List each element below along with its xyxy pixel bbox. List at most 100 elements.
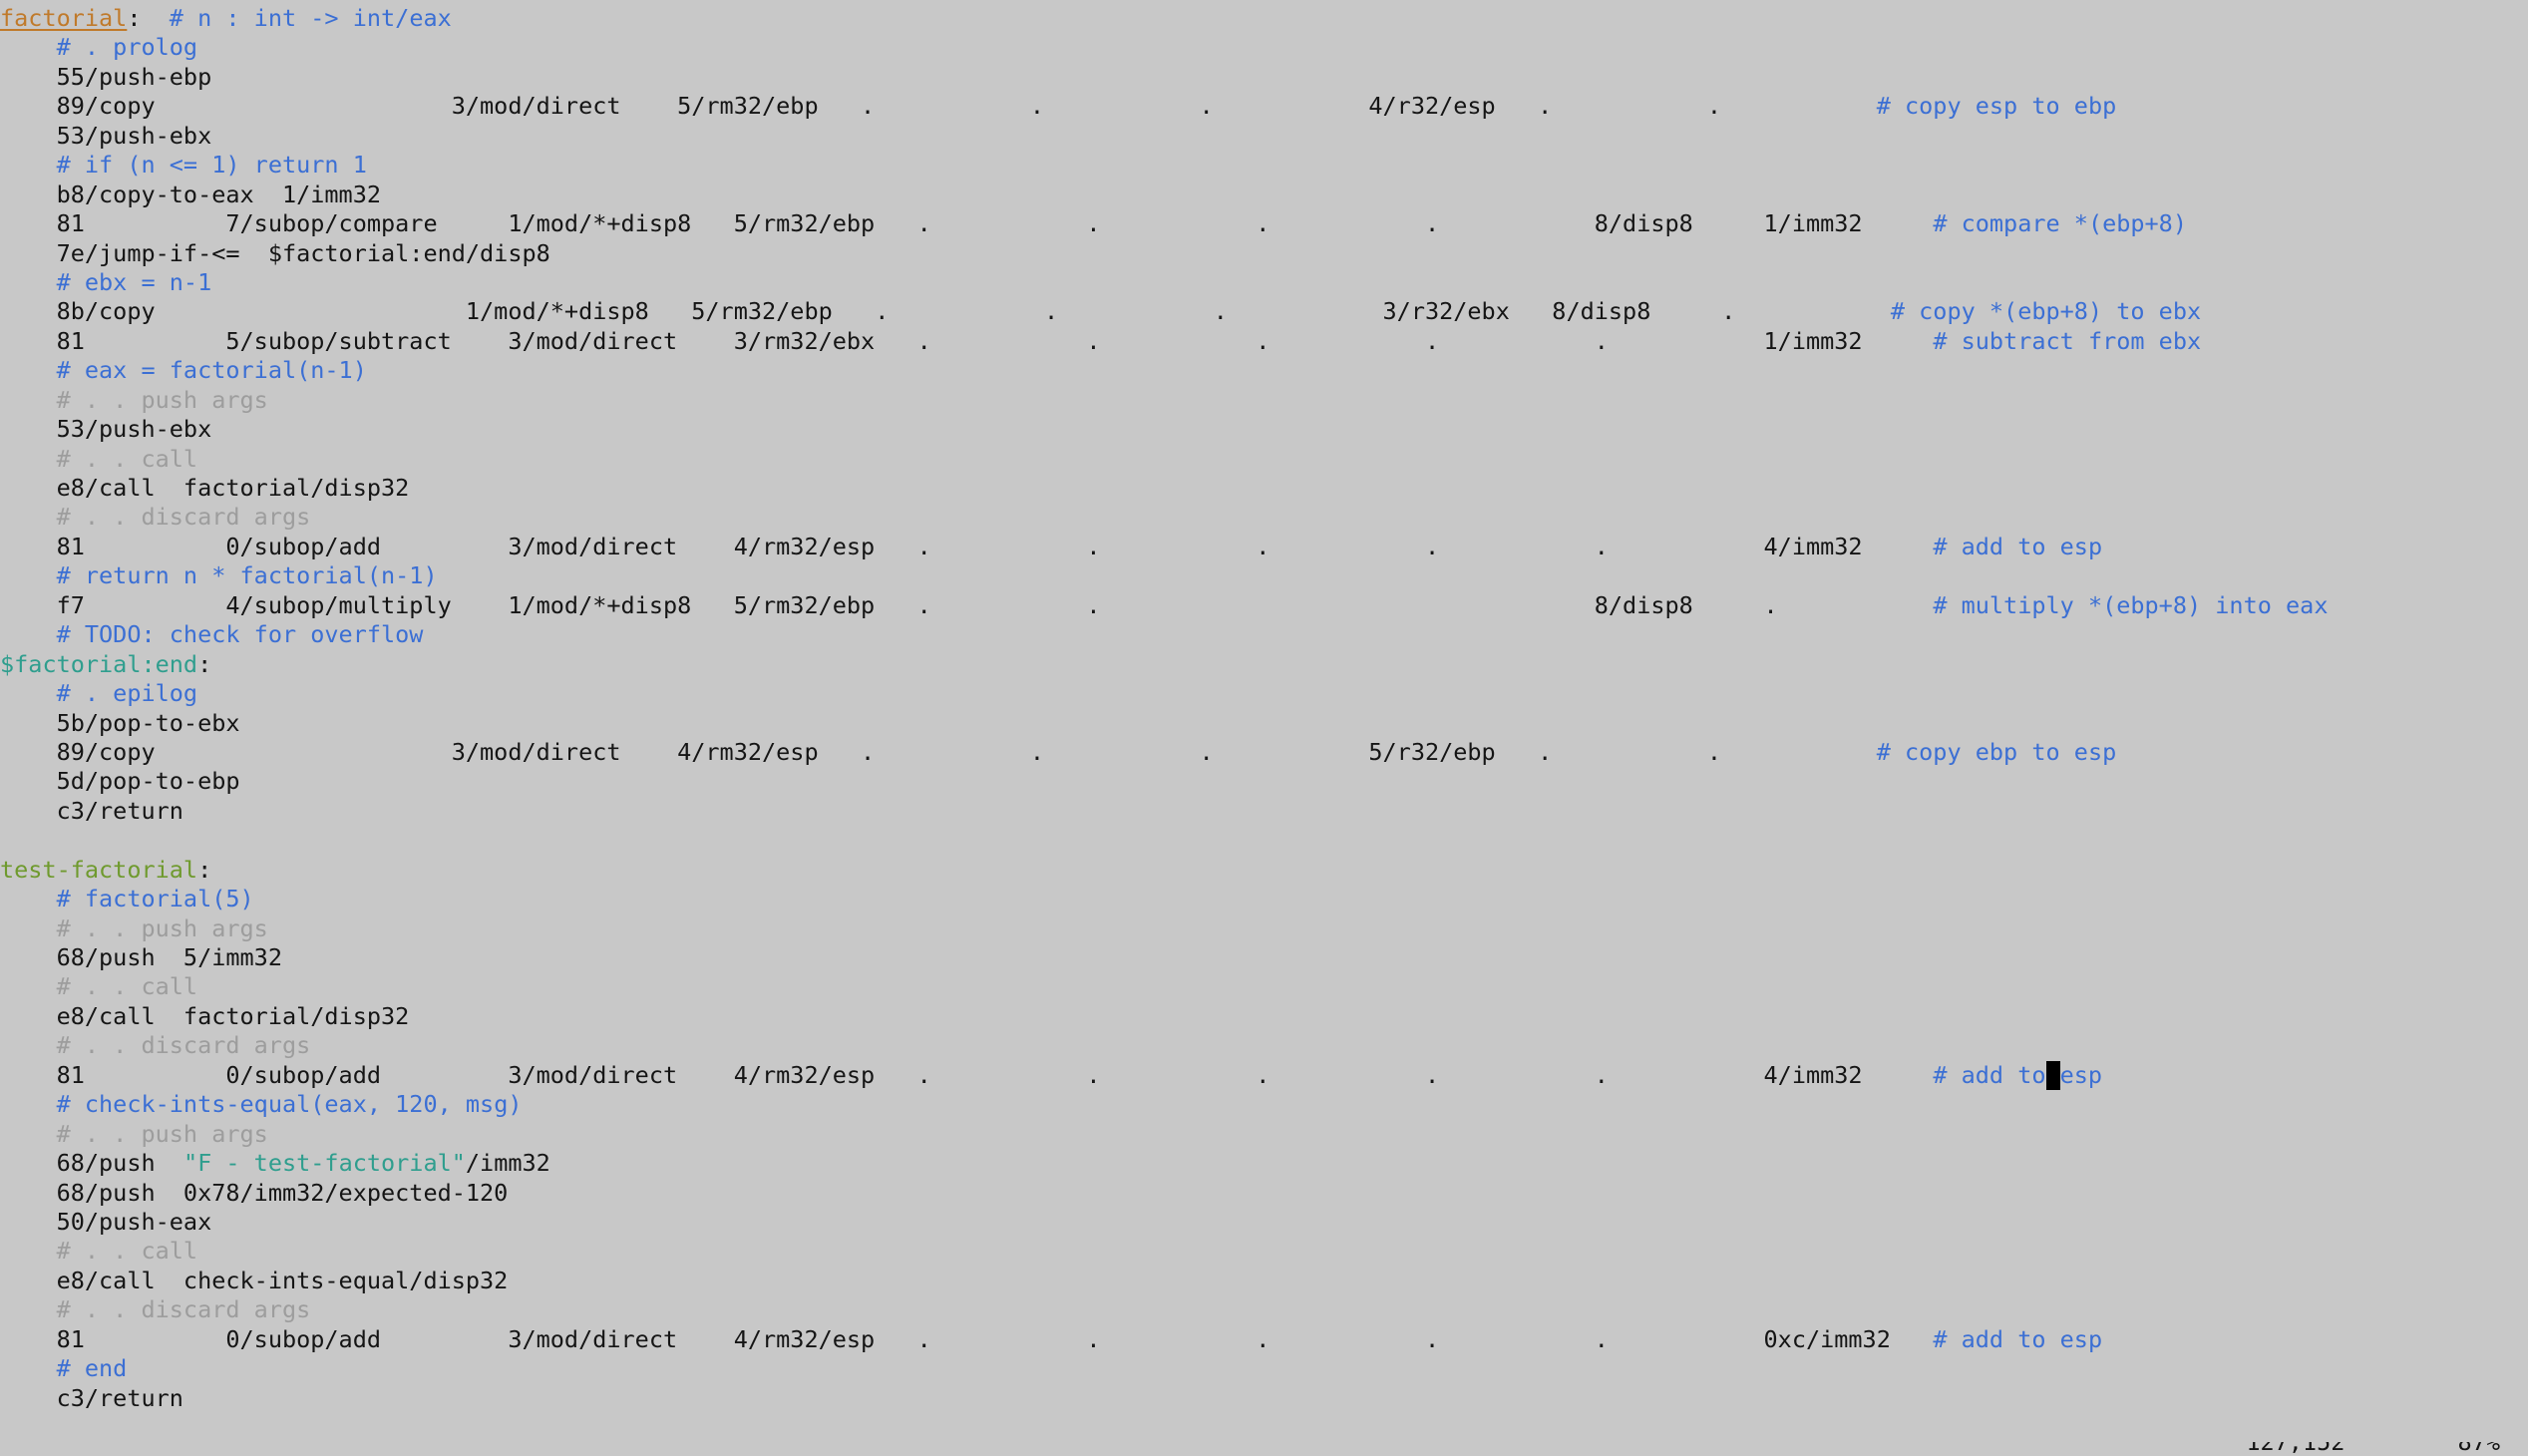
code-line[interactable]: # factorial(5) (0, 885, 2528, 913)
code-line[interactable]: f7 4/subop/multiply 1/mod/*+disp8 5/rm32… (0, 591, 2528, 620)
code-token-code (0, 151, 57, 179)
code-line[interactable]: # . . push args (0, 914, 2528, 943)
code-token-comment: # factorial(5) (56, 885, 254, 913)
code-line[interactable]: 81 5/subop/subtract 3/mod/direct 3/rm32/… (0, 327, 2528, 356)
code-token-code: 50/push-eax (0, 1207, 212, 1236)
code-token-code (0, 1120, 57, 1148)
code-token-code: 8b/copy 1/mod/*+disp8 5/rm32/ebp . . . 3… (0, 297, 1891, 326)
code-line[interactable]: 5d/pop-to-ebp (0, 767, 2528, 796)
code-line[interactable]: 81 7/subop/compare 1/mod/*+disp8 5/rm32/… (0, 209, 2528, 238)
code-line[interactable]: # TODO: check for overflow (0, 620, 2528, 649)
code-token-comment: # compare *(ebp+8) (1933, 209, 2187, 238)
code-line[interactable]: # . . push args (0, 386, 2528, 415)
code-line[interactable]: # return n * factorial(n-1) (0, 561, 2528, 590)
code-token-comment: # n : int -> int/eax (169, 4, 452, 32)
code-token-dim: # . . push args (56, 913, 268, 942)
code-line[interactable]: $factorial:end: (0, 650, 2528, 679)
code-line[interactable]: 8b/copy 1/mod/*+disp8 5/rm32/ebp . . . 3… (0, 297, 2528, 326)
code-line[interactable]: 55/push-ebp (0, 63, 2528, 92)
code-token-comment: # . prolog (56, 33, 198, 62)
code-token-code (0, 620, 57, 648)
code-line[interactable]: c3/return (0, 1384, 2528, 1413)
code-line[interactable]: 7e/jump-if-<= $factorial:end/disp8 (0, 239, 2528, 268)
code-line[interactable]: 53/push-ebx (0, 122, 2528, 151)
status-line-text: 127,152 87% (2246, 1442, 2500, 1456)
code-line[interactable]: # check-ints-equal(eax, 120, msg) (0, 1090, 2528, 1119)
code-lines-container: factorial: # n : int -> int/eax # . prol… (0, 4, 2528, 1442)
code-line[interactable]: # . . call (0, 972, 2528, 1001)
code-line[interactable]: # . . push args (0, 1120, 2528, 1149)
code-token-code: 89/copy 3/mod/direct 4/rm32/esp . . . 5/… (0, 737, 1877, 766)
code-token-comment: # add to esp (1933, 1324, 2103, 1353)
code-line[interactable]: # . . call (0, 1237, 2528, 1266)
code-line[interactable]: c3/return (0, 797, 2528, 826)
code-line[interactable]: factorial: # n : int -> int/eax (0, 4, 2528, 33)
code-token-code: 68/push (0, 1149, 183, 1178)
code-token-code: 53/push-ebx (0, 121, 212, 150)
code-line[interactable]: b8/copy-to-eax 1/imm32 (0, 181, 2528, 209)
code-token-code: /imm32 (465, 1149, 550, 1178)
code-line[interactable]: 89/copy 3/mod/direct 5/rm32/ebp . . . 4/… (0, 92, 2528, 121)
code-line[interactable]: # eax = factorial(n-1) (0, 356, 2528, 385)
code-token-comment: esp (2059, 1060, 2103, 1089)
code-token-dim: # . . call (56, 972, 198, 1001)
code-token-code: 89/copy 3/mod/direct 5/rm32/ebp . . . 4/… (0, 92, 1877, 121)
code-line[interactable]: 50/push-eax (0, 1208, 2528, 1237)
code-token-comment: # end (56, 1354, 128, 1383)
code-token-code: : (197, 649, 212, 678)
code-line[interactable]: e8/call factorial/disp32 (0, 1002, 2528, 1031)
code-line[interactable] (0, 826, 2528, 855)
code-token-code (0, 1237, 57, 1265)
code-token-dim: # . . discard args (56, 503, 311, 532)
code-token-code (0, 356, 57, 384)
code-token-code (0, 445, 57, 473)
code-token-comment: # add to esp (1933, 532, 2103, 560)
code-token-code: e8/call check-ints-equal/disp32 (0, 1266, 509, 1294)
code-token-label-fn: factorial (0, 4, 128, 32)
code-line[interactable]: 81 0/subop/add 3/mod/direct 4/rm32/esp .… (0, 1325, 2528, 1354)
code-line[interactable] (0, 1413, 2528, 1442)
code-token-label-local: $factorial:end (0, 649, 198, 678)
code-token-comment: # copy ebp to esp (1876, 737, 2117, 766)
code-line[interactable]: # . . call (0, 445, 2528, 474)
code-token-code (0, 1354, 57, 1382)
code-token-comment: # . epilog (56, 679, 198, 708)
code-token-comment: # multiply *(ebp+8) into eax (1933, 590, 2329, 619)
code-token-dim: # . . call (56, 444, 198, 473)
code-line[interactable]: # . . discard args (0, 1295, 2528, 1324)
code-editor-canvas[interactable]: factorial: # n : int -> int/eax # . prol… (0, 0, 2528, 1456)
code-line[interactable]: e8/call factorial/disp32 (0, 474, 2528, 503)
code-line[interactable]: 89/copy 3/mod/direct 4/rm32/esp . . . 5/… (0, 738, 2528, 767)
code-line[interactable]: 68/push "F - test-factorial"/imm32 (0, 1149, 2528, 1178)
code-token-code: b8/copy-to-eax 1/imm32 (0, 180, 382, 208)
code-token-code: 68/push 5/imm32 (0, 943, 282, 971)
code-token-code: 7e/jump-if-<= $factorial:end/disp8 (0, 238, 550, 267)
code-line[interactable]: # . epilog (0, 679, 2528, 708)
code-token-code: 5d/pop-to-ebp (0, 767, 240, 796)
code-token-comment: # copy esp to ebp (1876, 92, 2117, 121)
code-line[interactable]: test-factorial: (0, 856, 2528, 885)
code-token-code (0, 503, 57, 531)
code-line[interactable]: 81 0/subop/add 3/mod/direct 4/rm32/esp .… (0, 1060, 2528, 1091)
code-line[interactable]: # . . discard args (0, 503, 2528, 532)
code-token-comment: # check-ints-equal(eax, 120, msg) (56, 1090, 523, 1119)
code-line[interactable]: 53/push-ebx (0, 415, 2528, 444)
code-token-comment: # ebx = n-1 (56, 267, 212, 296)
code-line[interactable]: # end (0, 1354, 2528, 1383)
code-line[interactable]: 5b/pop-to-ebx (0, 709, 2528, 738)
code-token-comment: # if (n <= 1) return 1 (56, 151, 367, 180)
code-line[interactable]: 68/push 0x78/imm32/expected-120 (0, 1179, 2528, 1208)
code-line[interactable]: 81 0/subop/add 3/mod/direct 4/rm32/esp .… (0, 533, 2528, 561)
code-token-comment: # eax = factorial(n-1) (56, 356, 367, 385)
code-token-code: 68/push 0x78/imm32/expected-120 (0, 1178, 509, 1207)
code-line[interactable]: # ebx = n-1 (0, 268, 2528, 297)
code-line[interactable]: 68/push 5/imm32 (0, 943, 2528, 972)
code-line[interactable]: # . . discard args (0, 1031, 2528, 1060)
code-token-code: 55/push-ebp (0, 62, 212, 91)
code-line[interactable]: # . prolog (0, 33, 2528, 62)
code-line[interactable]: e8/call check-ints-equal/disp32 (0, 1267, 2528, 1295)
code-token-code: 81 0/subop/add 3/mod/direct 4/rm32/esp .… (0, 532, 1934, 560)
code-token-code: 81 7/subop/compare 1/mod/*+disp8 5/rm32/… (0, 209, 1934, 238)
status-line: 127,152 87% (0, 1442, 2528, 1456)
code-line[interactable]: # if (n <= 1) return 1 (0, 151, 2528, 180)
